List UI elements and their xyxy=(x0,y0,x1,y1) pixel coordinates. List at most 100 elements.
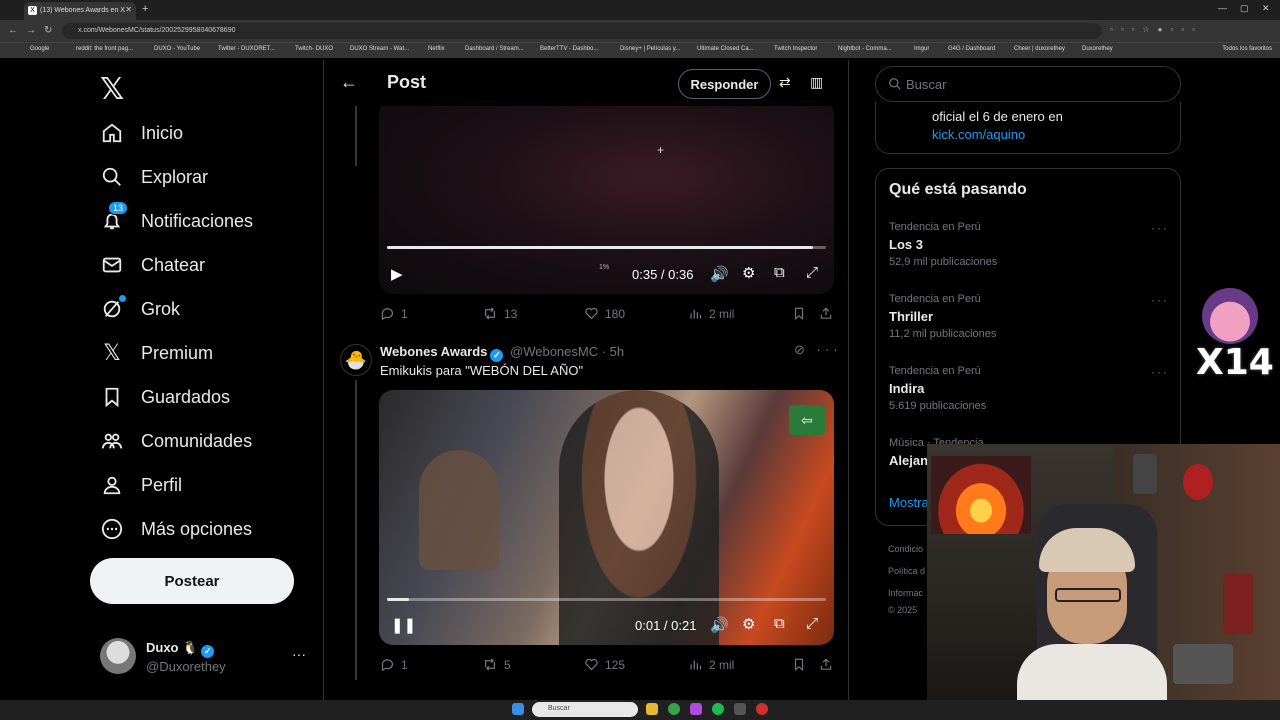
share-action[interactable] xyxy=(819,657,839,672)
pip-icon[interactable]: ⧉ xyxy=(774,264,785,281)
bookmark-item[interactable]: reddit: the front pag... xyxy=(76,46,133,52)
bookmark-item[interactable]: Twitch- DUXO xyxy=(295,46,333,52)
tweet-menu[interactable]: ⊘ ··· xyxy=(794,342,842,358)
bookmark-item[interactable]: Google xyxy=(30,46,49,52)
windows-start-icon[interactable] xyxy=(512,703,524,715)
footer-link[interactable]: Informac xyxy=(888,588,923,598)
bookmark-item[interactable]: Disney+ | Películas y... xyxy=(620,46,680,52)
reply-action[interactable]: 1 xyxy=(380,306,408,321)
retweet-action[interactable]: 5 xyxy=(482,657,511,672)
more-dots-icon[interactable]: ··· xyxy=(817,342,842,357)
url-field[interactable]: x.com/WebonesMC/status/20025299580406786… xyxy=(62,23,1102,39)
views-action[interactable]: 2 mil xyxy=(688,657,734,672)
video-player[interactable]: + ▶ 1% 0:35 / 0:36 🔊 ⚙ ⧉ ⤢ xyxy=(379,100,834,294)
bookmark-item[interactable]: DUXO - YouTube xyxy=(154,46,200,52)
tab-close-icon[interactable]: ✕ xyxy=(125,5,132,14)
minimize-icon[interactable]: — xyxy=(1218,3,1227,13)
taskbar-search[interactable]: Buscar xyxy=(532,702,638,717)
bookmark-item[interactable]: G4G / Dashboard xyxy=(948,46,995,52)
bookmark-item[interactable]: Dashboard / Stream... xyxy=(465,46,524,52)
nav-item-perfil[interactable]: Perfil xyxy=(100,467,182,503)
nav-item-chatear[interactable]: Chatear xyxy=(100,247,205,283)
share-action[interactable] xyxy=(819,306,839,321)
reply-action[interactable]: 1 xyxy=(380,657,408,672)
retweet-action[interactable]: 13 xyxy=(482,306,517,321)
new-tab-icon[interactable]: + xyxy=(142,3,148,15)
views-action[interactable]: 2 mil xyxy=(688,306,734,321)
settings-icon[interactable]: ⚙ xyxy=(742,264,755,282)
more-dots-icon[interactable]: ··· xyxy=(292,646,306,662)
fullscreen-icon[interactable]: ⤢ xyxy=(806,264,818,281)
post-button[interactable]: Postear xyxy=(90,558,294,604)
like-action[interactable]: 180 xyxy=(584,306,625,321)
bookmark-item[interactable]: Ultimate Closed Ca... xyxy=(697,46,754,52)
back-nav-icon[interactable]: ← xyxy=(8,25,18,36)
app-icon[interactable] xyxy=(756,703,768,715)
reply-button[interactable]: Responder xyxy=(678,69,771,99)
pause-icon[interactable]: ❚❚ xyxy=(391,616,416,634)
tweet-author-handle[interactable]: @WebonesMC · 5h xyxy=(510,344,624,359)
bookmark-item[interactable]: Duxorethey xyxy=(1082,46,1113,52)
footer-link[interactable]: Política d xyxy=(888,566,925,576)
nav-item-explorar[interactable]: Explorar xyxy=(100,159,208,195)
maximize-icon[interactable]: ▢ xyxy=(1240,3,1249,14)
bookmark-action[interactable] xyxy=(792,306,812,321)
live-card-link[interactable]: kick.com/aquino xyxy=(932,127,1025,142)
like-action[interactable]: 125 xyxy=(584,657,625,672)
back-arrow-icon[interactable]: ← xyxy=(340,72,358,93)
settings-icon[interactable]: ⚙ xyxy=(742,615,755,633)
nav-item-mas-opciones[interactable]: Más opciones xyxy=(100,511,252,547)
nav-item-notificaciones[interactable]: 13 Notificaciones xyxy=(100,201,253,239)
footer-link[interactable]: Condicio xyxy=(888,544,923,554)
trend-item[interactable]: Tendencia en Perú Indira 5.619 publicaci… xyxy=(889,365,1169,425)
app-icon[interactable] xyxy=(690,703,702,715)
tweet-author-name[interactable]: Webones Awards ✓ xyxy=(380,344,504,362)
nav-item-guardados[interactable]: Guardados xyxy=(100,379,230,415)
profile-switcher[interactable]: Duxo 🐧 ✓ @Duxorethey ··· xyxy=(100,638,310,678)
pip-icon[interactable]: ⧉ xyxy=(774,615,785,632)
grok-icon[interactable]: ⊘ xyxy=(794,342,809,357)
filter-icon[interactable]: ⇄ xyxy=(779,74,791,91)
search-input[interactable]: Buscar xyxy=(875,66,1181,102)
bookmark-item[interactable]: Twitter - DUXORET... xyxy=(218,46,275,52)
reader-mode-icon[interactable]: ▥ xyxy=(810,74,823,91)
video-progress-bar[interactable] xyxy=(387,598,826,601)
spotify-icon[interactable] xyxy=(712,703,724,715)
reload-icon[interactable]: ↻ xyxy=(44,25,52,36)
more-dots-icon[interactable]: ··· xyxy=(1151,365,1169,379)
video-player[interactable]: ⇦ ❚❚ 0:01 / 0:21 🔊 ⚙ ⧉ ⤢ xyxy=(379,390,834,645)
extension-icons[interactable]: ▫▫▫☆●▫▫▫ xyxy=(1110,25,1203,34)
bookmark-item[interactable]: Twitch Inspector xyxy=(774,46,817,52)
volume-icon[interactable]: 🔊 xyxy=(710,265,729,283)
video-progress-bar[interactable] xyxy=(387,246,826,249)
trend-item[interactable]: Tendencia en Perú Thriller 11,2 mil publ… xyxy=(889,293,1169,353)
avatar[interactable]: 🐣 xyxy=(340,344,372,376)
app-icon[interactable] xyxy=(734,703,746,715)
bookmark-item[interactable]: Netflix xyxy=(428,46,445,52)
play-icon[interactable]: ▶ xyxy=(391,265,403,283)
nav-label: Grok xyxy=(141,298,181,319)
bookmark-item[interactable]: DUXO Stream - Wat... xyxy=(350,46,409,52)
bookmark-item[interactable]: Cheer | duxorethey xyxy=(1014,46,1065,52)
all-favorites[interactable]: Todos los favoritos xyxy=(1222,46,1272,52)
file-explorer-icon[interactable] xyxy=(646,703,658,715)
fullscreen-icon[interactable]: ⤢ xyxy=(806,615,818,632)
nav-item-premium[interactable]: 𝕏 Premium xyxy=(100,335,213,371)
nav-item-grok[interactable]: Grok xyxy=(100,291,180,327)
more-dots-icon[interactable]: ··· xyxy=(1151,221,1169,235)
browser-tab[interactable]: X (13) Webones Awards en X ✕ xyxy=(24,2,136,20)
forward-nav-icon[interactable]: → xyxy=(26,25,36,36)
nav-item-inicio[interactable]: Inicio xyxy=(100,115,183,151)
bookmark-action[interactable] xyxy=(792,657,812,672)
bookmark-item[interactable]: BetterTTV - Dashbo... xyxy=(540,46,598,52)
close-window-icon[interactable]: ✕ xyxy=(1262,3,1270,14)
bookmark-item[interactable]: Nightbot - Comma... xyxy=(838,46,892,52)
bookmark-item[interactable]: Imgur xyxy=(914,46,929,52)
chrome-icon[interactable] xyxy=(668,703,680,715)
nav-item-comunidades[interactable]: Comunidades xyxy=(100,423,252,459)
trend-item[interactable]: Tendencia en Perú Los 3 52,9 mil publica… xyxy=(889,221,1169,281)
volume-icon[interactable]: 🔊 xyxy=(710,616,729,634)
show-more-link[interactable]: Mostra xyxy=(889,495,929,510)
more-dots-icon[interactable]: ··· xyxy=(1151,293,1169,307)
x-logo-icon[interactable]: 𝕏 xyxy=(100,72,124,107)
